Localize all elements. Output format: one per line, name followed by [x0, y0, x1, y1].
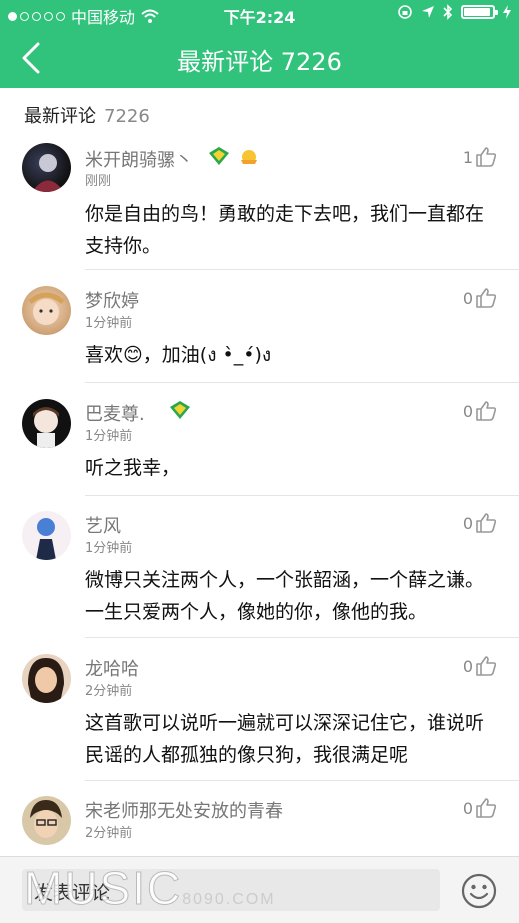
vip-badge-icon: [209, 147, 229, 165]
comment-item: 巴麦尊. 1分钟前 0 听之我幸，: [0, 396, 519, 496]
comment-time: 1分钟前: [85, 316, 133, 331]
comment-time: 1分钟前: [85, 429, 133, 444]
like-count: 0: [462, 288, 473, 308]
comment-text-line: 微博只关注两个人，一个张韶涵，一个薛之谦。: [85, 569, 485, 591]
comment-username[interactable]: 米开朗骑骡丶: [85, 146, 193, 172]
comment-composer: 发表评论 MUSIC8090.COM: [0, 856, 519, 923]
page-title: 最新评论 7226: [177, 48, 342, 76]
thumbs-up-icon: [476, 513, 497, 533]
comment-text-line: 这首歌可以说听一遍就可以深深记住它，谁说听: [85, 712, 485, 734]
comment-text-line: 一生只爱两个人，像她的你，像他的我。: [85, 601, 428, 623]
emoji-icon[interactable]: [461, 873, 497, 909]
avatar[interactable]: [22, 654, 71, 703]
comment-time: 2分钟前: [85, 684, 133, 699]
like-count: 0: [462, 798, 473, 818]
comment-username[interactable]: 宋老师那无处安放的青春: [85, 797, 283, 823]
level-badge-icon: [241, 150, 257, 164]
comment-username[interactable]: 梦欣婷: [85, 287, 139, 313]
like-count: 0: [462, 513, 473, 533]
comment-time: 刚刚: [85, 174, 112, 189]
thumbs-up-icon: [476, 656, 497, 676]
like-count: 0: [462, 656, 473, 676]
like-count: 0: [462, 401, 473, 421]
divider: [85, 637, 519, 638]
app-header: 中国移动 下午2:24 最新评论 7226: [0, 0, 519, 88]
avatar[interactable]: [22, 143, 71, 192]
comment-item: 宋老师那无处安放的青春 2分钟前 0: [0, 793, 519, 857]
section-label: 最新评论: [24, 106, 96, 127]
like-button[interactable]: 1: [463, 146, 497, 168]
location-icon: [422, 6, 434, 18]
comment-text: 你是自由的鸟！勇敢的走下去吧，我们一直都在 支持你。: [85, 198, 505, 262]
like-button[interactable]: 0: [463, 797, 497, 819]
comment-text-line: 喜欢😊，加油(ง •̀_•́)ง: [85, 344, 272, 366]
comment-item: 艺风 1分钟前 0 微博只关注两个人，一个张韶涵，一个薛之谦。 一生只爱两个人，…: [0, 508, 519, 638]
comment-text: 喜欢😊，加油(ง •̀_•́)ง: [85, 339, 505, 371]
vip-badge-icon: [170, 401, 190, 419]
comment-username[interactable]: 龙哈哈: [85, 655, 139, 681]
status-right: [397, 4, 511, 20]
comment-username[interactable]: 巴麦尊.: [85, 400, 145, 426]
thumbs-up-icon: [476, 798, 497, 818]
thumbs-up-icon: [476, 401, 497, 421]
comment-text: 听之我幸，: [85, 452, 505, 484]
divider: [85, 269, 519, 270]
section-count: 7226: [104, 106, 150, 127]
comment-item: 米开朗骑骡丶 刚刚 1 你是自由的鸟！勇敢的走下去吧，我们一直都在 支持你。: [0, 140, 519, 270]
like-button[interactable]: 0: [463, 287, 497, 309]
comment-username[interactable]: 艺风: [85, 512, 121, 538]
comment-time: 1分钟前: [85, 541, 133, 556]
comment-input[interactable]: 发表评论: [22, 869, 440, 911]
comment-time: 2分钟前: [85, 826, 133, 841]
divider: [85, 780, 519, 781]
comment-item: 梦欣婷 1分钟前 0 喜欢😊，加油(ง •̀_•́)ง: [0, 283, 519, 383]
battery-icon: [461, 5, 498, 19]
avatar[interactable]: [22, 511, 71, 560]
status-bar: 中国移动 下午2:24: [0, 0, 519, 28]
charging-icon: [503, 5, 511, 19]
like-button[interactable]: 0: [463, 655, 497, 677]
thumbs-up-icon: [476, 288, 497, 308]
comment-text-line: 听之我幸，: [85, 457, 181, 479]
comment-text-line: 民谣的人都孤独的像只狗，我很满足呢: [85, 744, 409, 766]
comment-text: 微博只关注两个人，一个张韶涵，一个薛之谦。 一生只爱两个人，像她的你，像他的我。: [85, 564, 505, 628]
comment-text: 这首歌可以说听一遍就可以深深记住它，谁说听 民谣的人都孤独的像只狗，我很满足呢: [85, 707, 505, 771]
divider: [85, 495, 519, 496]
comment-text-line: 你是自由的鸟！勇敢的走下去吧，我们一直都在: [85, 203, 485, 225]
like-button[interactable]: 0: [463, 512, 497, 534]
comment-input-placeholder: 发表评论: [34, 882, 111, 904]
avatar[interactable]: [22, 286, 71, 335]
comment-item: 龙哈哈 2分钟前 0 这首歌可以说听一遍就可以深深记住它，谁说听 民谣的人都孤独…: [0, 651, 519, 781]
like-count: 1: [462, 147, 473, 167]
comment-text-line: 支持你。: [85, 235, 162, 257]
like-button[interactable]: 0: [463, 400, 497, 422]
bluetooth-icon: [443, 4, 453, 20]
rotation-lock-icon: [398, 5, 412, 19]
thumbs-up-icon: [476, 147, 497, 167]
avatar[interactable]: [22, 796, 71, 845]
avatar[interactable]: [22, 399, 71, 448]
section-heading: 最新评论 7226: [24, 102, 150, 128]
divider: [85, 382, 519, 383]
